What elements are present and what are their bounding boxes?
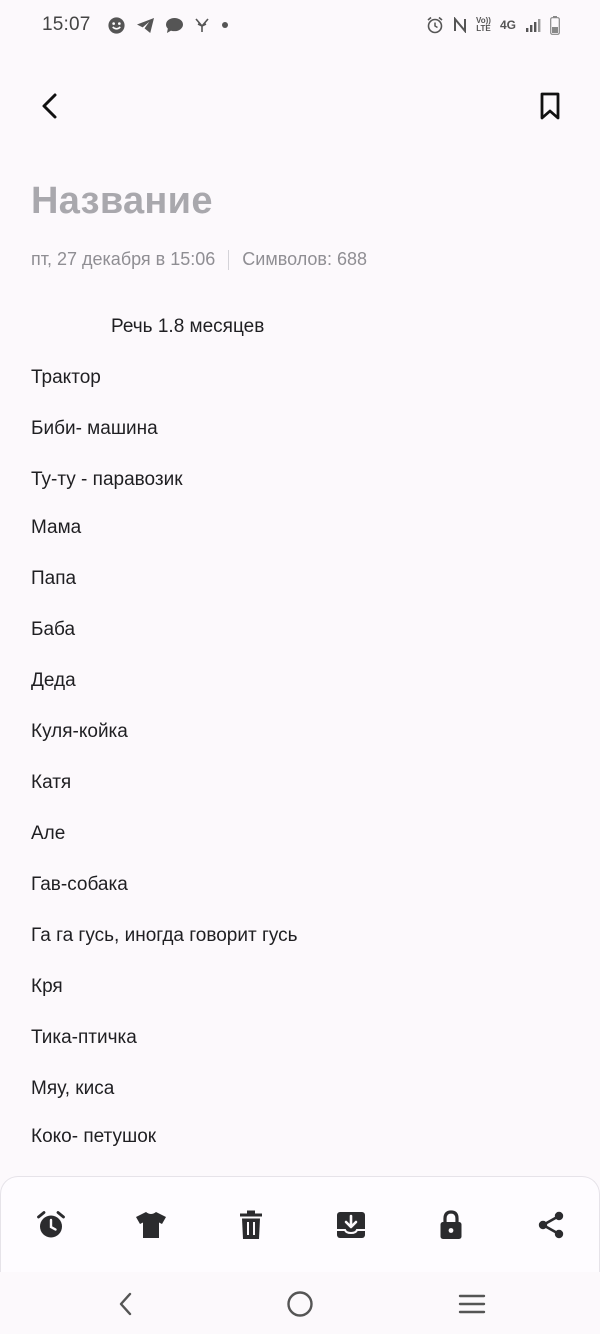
note-line[interactable]: Куля-койка: [31, 721, 128, 743]
share-icon: [538, 1211, 564, 1238]
recents-nav-icon: [458, 1294, 486, 1314]
dot-icon: [220, 20, 230, 30]
note-line[interactable]: Ту-ту - паравозик: [31, 469, 183, 491]
note-editor-screen: 15:07 Vo)) LTE 4G Название пт, 27 декабр…: [0, 0, 600, 1334]
system-nav-bar: [0, 1272, 600, 1334]
note-line[interactable]: Кря: [31, 976, 63, 998]
note-line[interactable]: Папа: [31, 568, 76, 590]
bookmark-button[interactable]: [530, 86, 570, 126]
note-date: пт, 27 декабря в 15:06: [31, 249, 216, 269]
reminder-button[interactable]: [35, 1209, 67, 1241]
note-line[interactable]: Коко- петушок: [31, 1126, 156, 1148]
nav-back-button[interactable]: [108, 1286, 144, 1322]
signal-icon: [525, 18, 541, 33]
back-button[interactable]: [30, 86, 70, 126]
nav-recents-button[interactable]: [454, 1286, 490, 1322]
note-line[interactable]: Мама: [31, 517, 81, 539]
theme-button[interactable]: [135, 1209, 167, 1241]
smiley-icon: [107, 16, 126, 35]
note-line[interactable]: Мяу, киса: [31, 1078, 114, 1100]
note-line[interactable]: Трактор: [31, 367, 101, 389]
note-line[interactable]: Але: [31, 823, 65, 845]
status-time: 15:07: [42, 14, 91, 35]
vpn-icon: [194, 17, 210, 33]
status-bar: 15:07 Vo)) LTE 4G: [0, 0, 600, 50]
note-heading-line[interactable]: Речь 1.8 месяцев: [111, 316, 264, 338]
alarm-icon: [426, 16, 444, 34]
bottom-toolbar: [0, 1176, 600, 1272]
save-button[interactable]: [335, 1209, 367, 1241]
alarm-clock-icon: [37, 1210, 65, 1237]
note-meta: пт, 27 декабря в 15:06 Символов: 688: [31, 249, 367, 270]
note-char-count: Символов: 688: [242, 249, 368, 269]
volte-bottom-label: LTE: [476, 24, 491, 33]
note-line[interactable]: Деда: [31, 670, 76, 692]
bookmark-icon: [540, 92, 560, 120]
volte-icon: Vo)) LTE: [476, 17, 491, 33]
nav-home-button[interactable]: [282, 1286, 318, 1322]
lock-button[interactable]: [435, 1209, 467, 1241]
download-tray-icon: [337, 1211, 365, 1238]
back-nav-icon: [119, 1292, 132, 1316]
home-nav-icon: [287, 1291, 313, 1317]
lock-icon: [440, 1209, 462, 1239]
note-line[interactable]: Биби- машина: [31, 418, 158, 440]
share-button[interactable]: [535, 1209, 567, 1241]
meta-divider: [228, 249, 230, 270]
note-line[interactable]: Тика-птичка: [31, 1027, 137, 1049]
battery-icon: [550, 15, 560, 35]
network-4g-label: 4G: [499, 18, 516, 32]
delete-button[interactable]: [235, 1209, 267, 1241]
nfc-icon: [453, 17, 467, 33]
top-app-bar: [0, 80, 600, 132]
t-shirt-icon: [136, 1211, 166, 1238]
note-line[interactable]: Га га гусь, иногда говорит гусь: [31, 925, 298, 947]
status-right: Vo)) LTE 4G: [426, 15, 560, 35]
note-line[interactable]: Гав-собака: [31, 874, 128, 896]
chat-bubble-icon: [165, 17, 184, 34]
trash-icon: [240, 1210, 262, 1239]
status-left: 15:07: [42, 14, 230, 36]
note-line[interactable]: Катя: [31, 772, 71, 794]
note-title[interactable]: Название: [31, 180, 213, 223]
telegram-icon: [136, 17, 155, 34]
note-line[interactable]: Баба: [31, 619, 75, 641]
chevron-left-icon: [42, 93, 57, 119]
